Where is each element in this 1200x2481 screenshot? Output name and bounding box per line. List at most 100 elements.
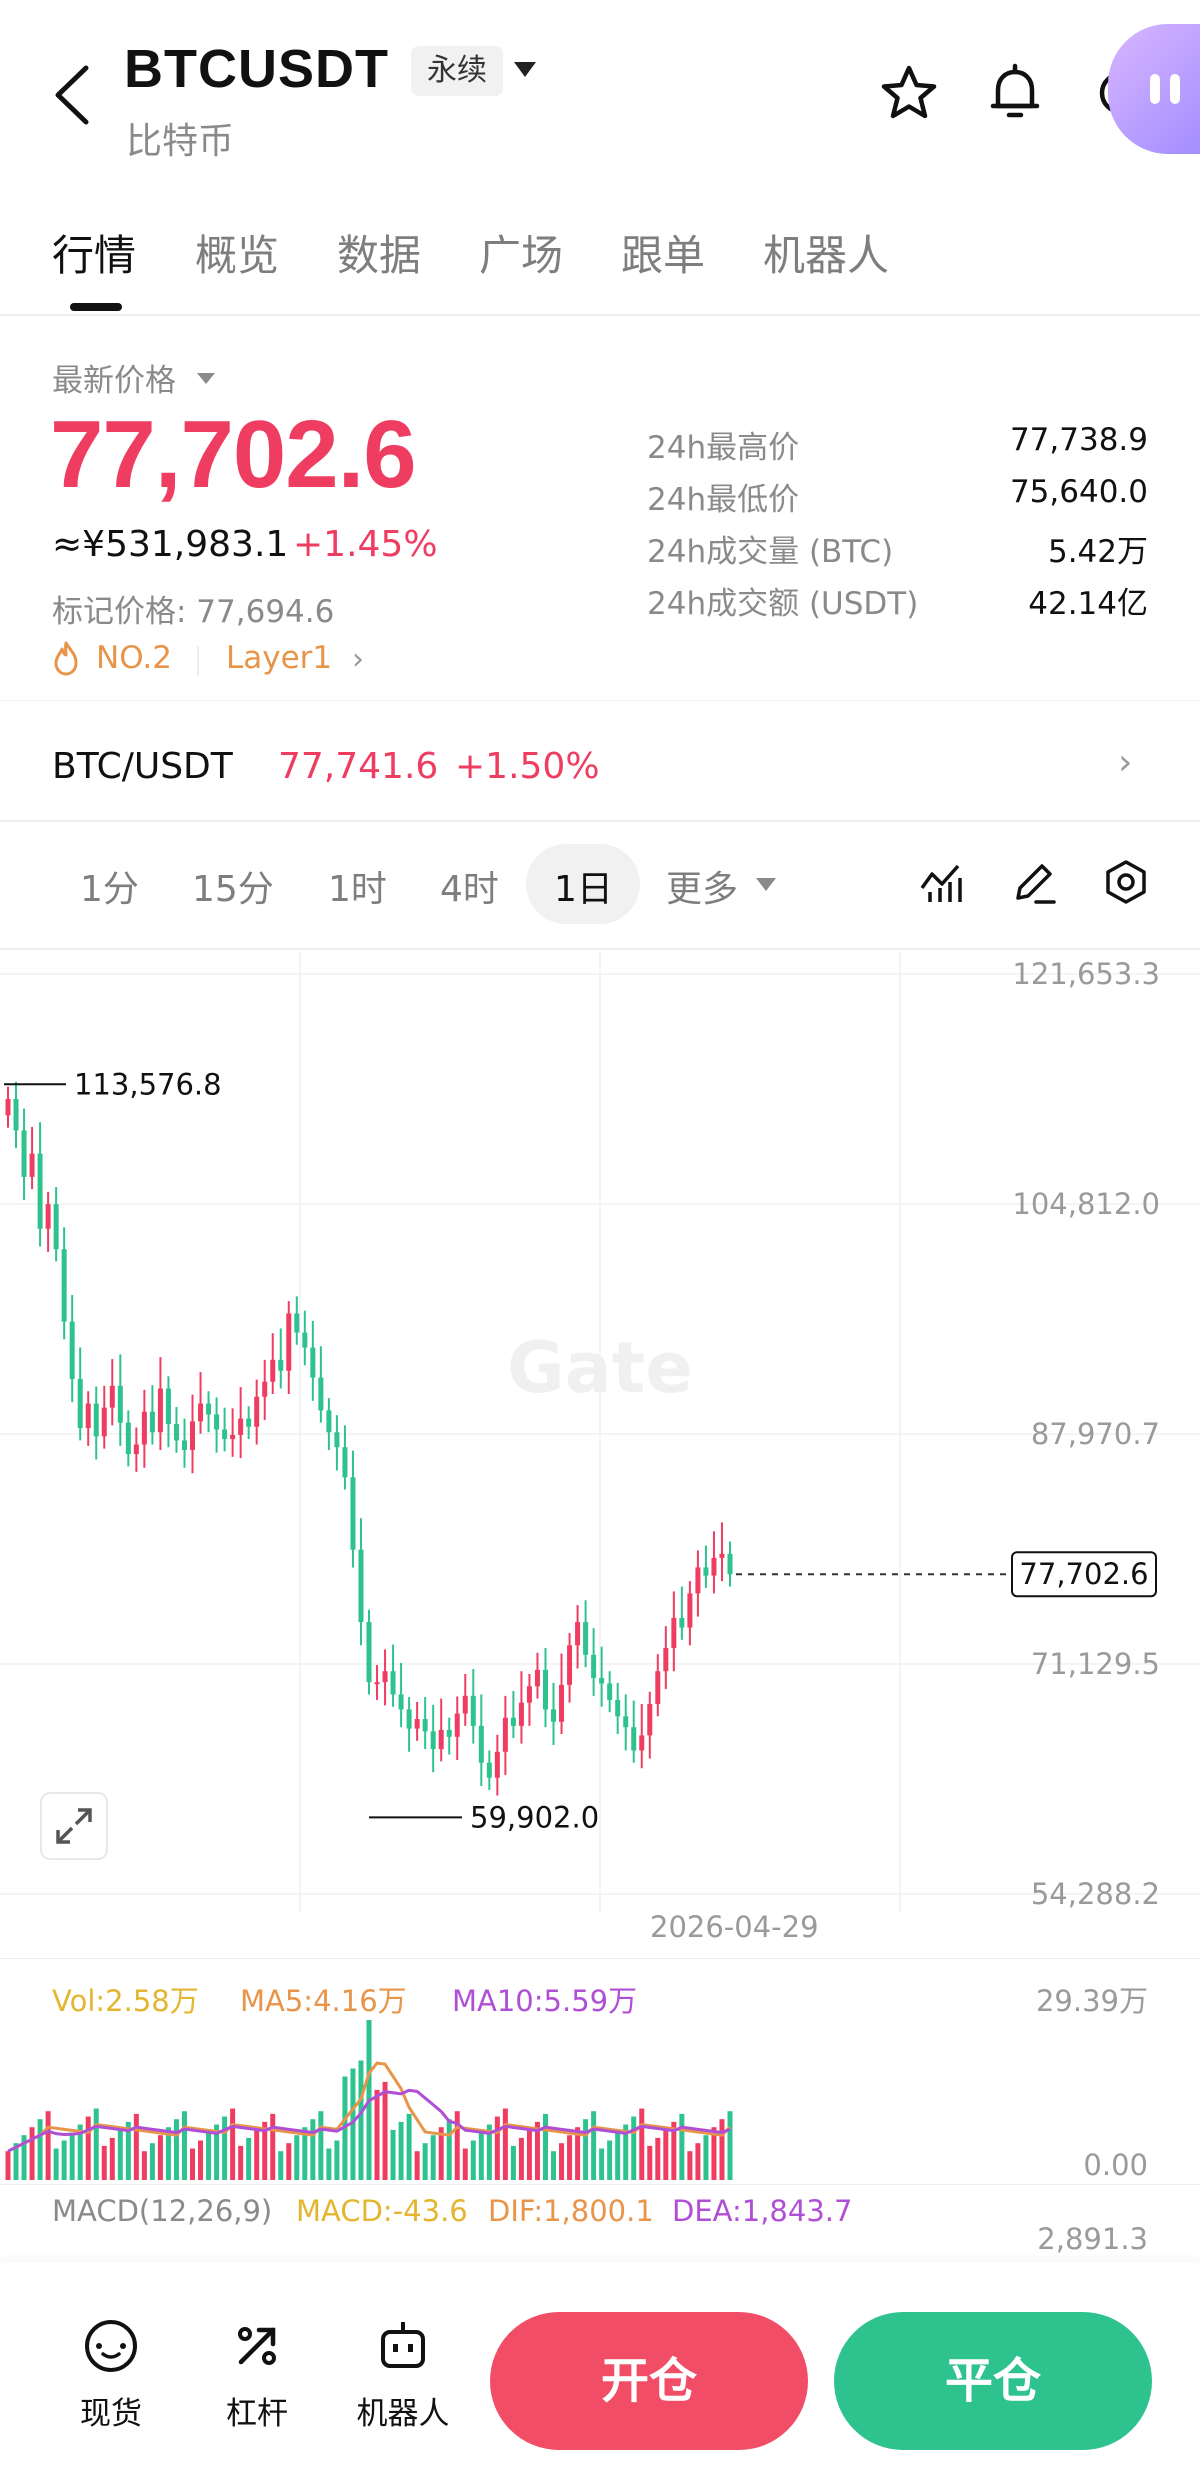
candle-body	[542, 1669, 548, 1710]
bottom-nav-bot[interactable]: 机器人	[348, 2316, 458, 2433]
chevron-right-icon[interactable]: ›	[352, 642, 364, 677]
volume-bar	[334, 2140, 340, 2180]
ai-assistant-icon[interactable]	[1108, 24, 1200, 154]
volume-bar	[358, 2060, 364, 2180]
timeframe-1d[interactable]: 1日	[554, 860, 613, 912]
tab-market[interactable]: 行情	[52, 222, 136, 283]
volume-bar	[510, 2145, 516, 2180]
open-position-button[interactable]: 开仓	[490, 2312, 808, 2450]
volume-bar	[679, 2113, 685, 2180]
low-price-marker: 59,902.0	[470, 1800, 599, 1834]
macd-params-label: MACD(12,26,9)	[52, 2194, 273, 2228]
chart-divider	[0, 1958, 1200, 1959]
candle-body	[454, 1713, 460, 1737]
volume-bar	[206, 2132, 212, 2180]
y-axis-tick-label: 87,970.7	[1031, 1417, 1160, 1451]
expand-icon[interactable]	[40, 1792, 108, 1860]
timeframe-1h[interactable]: 1时	[328, 860, 387, 912]
bottom-nav-leverage[interactable]: 杠杆	[202, 2316, 312, 2433]
tab-bot[interactable]: 机器人	[763, 222, 889, 283]
candle-body	[85, 1403, 91, 1429]
candle-body	[230, 1434, 236, 1440]
tab-overview[interactable]: 概览	[195, 222, 279, 283]
rank-badge[interactable]: NO.2	[96, 640, 172, 676]
candle-body	[141, 1411, 147, 1445]
candle-body	[358, 1549, 364, 1623]
volume-bar	[5, 2151, 11, 2180]
candle-body	[125, 1422, 131, 1455]
timeframe-4h[interactable]: 4时	[440, 860, 499, 912]
candle-body	[374, 1682, 380, 1685]
tag-divider	[197, 646, 199, 676]
volume-bar	[406, 2113, 412, 2180]
candle-body	[486, 1762, 492, 1778]
volume-bar	[53, 2148, 59, 2180]
back-icon[interactable]	[48, 64, 98, 126]
volume-bar	[190, 2148, 196, 2180]
macd-value-label: MACD:-43.6	[296, 2194, 468, 2228]
tab-copy-trading[interactable]: 跟单	[621, 222, 705, 283]
volume-bar	[655, 2137, 661, 2180]
candle-body	[165, 1388, 171, 1425]
latest-price-label[interactable]: 最新价格	[52, 355, 176, 400]
candle-body	[198, 1403, 204, 1422]
spot-chevron-right-icon[interactable]: ›	[1118, 742, 1132, 783]
candle-body	[5, 1099, 11, 1116]
volume-bar	[398, 2121, 404, 2180]
volume-bar	[278, 2151, 284, 2180]
spot-pair-label[interactable]: BTC/USDT	[52, 746, 233, 787]
candle-body	[711, 1557, 717, 1576]
timeframe-1m[interactable]: 1分	[80, 860, 139, 912]
high-price-marker: 113,576.8	[74, 1067, 222, 1101]
tab-data[interactable]: 数据	[337, 222, 421, 283]
candle-body	[687, 1593, 693, 1628]
candle-body	[342, 1447, 348, 1478]
draw-pen-icon[interactable]	[1010, 858, 1058, 906]
candle-body	[390, 1671, 396, 1695]
candle-body	[695, 1567, 701, 1594]
contract-type-badge[interactable]: 永续	[411, 46, 503, 96]
bell-icon[interactable]	[984, 62, 1046, 124]
candle-body	[623, 1716, 629, 1728]
spot-change: +1.50%	[455, 746, 600, 787]
spot-price: 77,741.6	[278, 746, 439, 787]
candle-body	[262, 1381, 268, 1397]
tab-square[interactable]: 广场	[479, 222, 563, 283]
bottom-nav-spot[interactable]: 现货	[56, 2316, 166, 2433]
more-dropdown-icon[interactable]	[756, 878, 776, 891]
dea-label: DEA:1,843.7	[672, 2194, 853, 2228]
stat-24h-high-label: 24h最高价	[647, 430, 800, 466]
candle-body	[502, 1717, 508, 1752]
volume-bar	[647, 2145, 653, 2180]
volume-bar	[326, 2148, 332, 2180]
timeframe-15m[interactable]: 15分	[192, 860, 274, 912]
candle-body	[53, 1204, 59, 1250]
settings-hex-icon[interactable]	[1102, 858, 1150, 906]
volume-bar	[101, 2145, 107, 2180]
volume-bar	[639, 2108, 645, 2180]
candle-body	[591, 1654, 597, 1679]
candle-body	[278, 1359, 284, 1371]
robot-icon	[381, 2322, 425, 2368]
close-position-button[interactable]: 平仓	[834, 2312, 1152, 2450]
indicator-icon[interactable]	[918, 858, 966, 906]
favorite-star-icon[interactable]	[878, 62, 940, 124]
candle-body	[615, 1699, 621, 1717]
candle-body	[422, 1719, 428, 1732]
candlestick-chart[interactable]: Gate 121,653.3 104,812.0 87,970.7 71,129.5 5…	[0, 952, 1200, 1932]
volume-bar	[85, 2116, 91, 2180]
volume-bar	[109, 2137, 115, 2180]
volume-bar	[374, 2089, 380, 2180]
candle-body	[77, 1378, 83, 1429]
candle-body	[157, 1388, 163, 1433]
gate-watermark: Gate	[507, 1327, 693, 1409]
candle-body	[510, 1717, 516, 1726]
candle-body	[382, 1671, 388, 1683]
contract-dropdown-icon[interactable]	[514, 62, 536, 77]
x-axis-date: 2026-04-29	[650, 1910, 819, 1944]
sector-tag[interactable]: Layer1	[226, 640, 332, 676]
symbol-title[interactable]: BTCUSDT	[124, 38, 389, 100]
price-type-dropdown-icon[interactable]	[197, 373, 215, 384]
ma10-label: MA10:5.59万	[452, 1984, 638, 2018]
timeframe-more[interactable]: 更多	[666, 860, 738, 912]
